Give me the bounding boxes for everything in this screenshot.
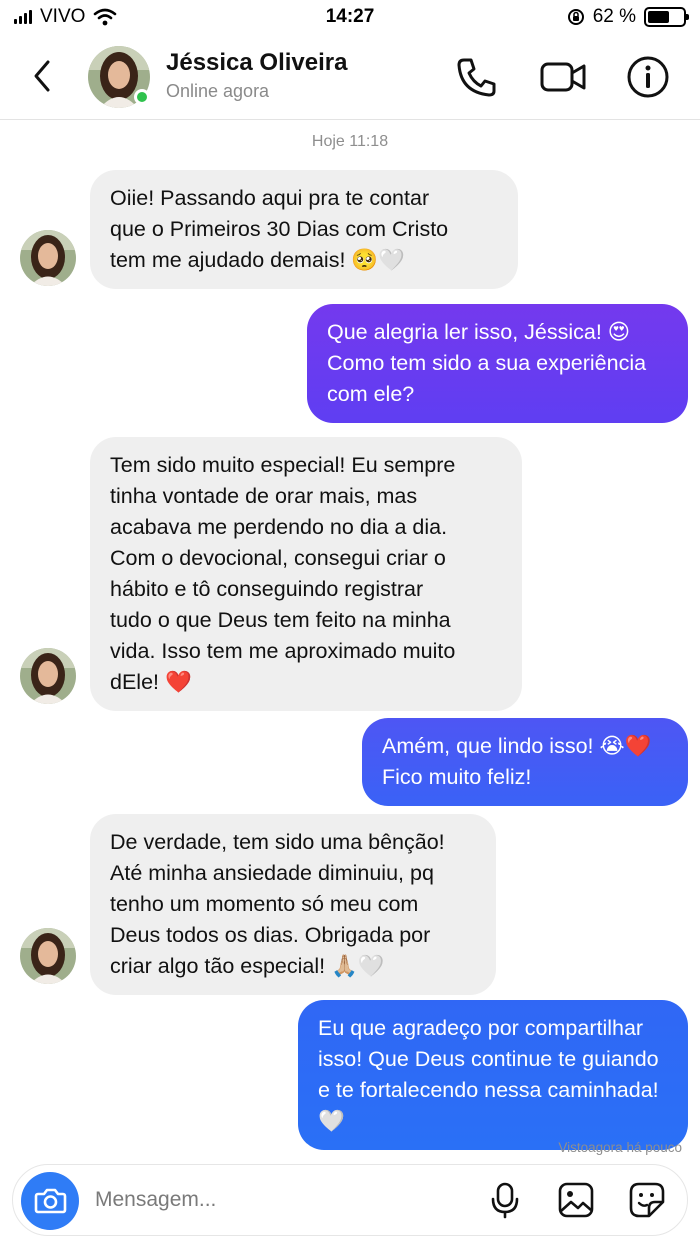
message-line: Fico muito feliz! (382, 765, 532, 789)
message-line: dEle! ❤️ (110, 670, 192, 694)
incoming-message[interactable]: Tem sido muito especial! Eu sempre tinha… (90, 437, 522, 711)
status-right: 62 % (567, 6, 689, 28)
message-line: Até minha ansiedade diminuiu, pq (110, 861, 434, 885)
message-line: Amém, que lindo isso! 😭❤️ (382, 734, 652, 758)
message-line: Com o devocional, consegui criar o (110, 546, 446, 570)
sender-avatar[interactable] (20, 230, 76, 286)
message-line: acabava me perdendo no dia a dia. (110, 515, 448, 539)
battery-icon (644, 7, 689, 27)
message-line: tem me ajudado demais! 🥺🤍 (110, 248, 405, 272)
message-line: Eu que agradeço por compartilhar (318, 1016, 644, 1040)
contact-status: Online agora (166, 81, 270, 101)
message-line: isso! Que Deus continue te guiando (318, 1047, 659, 1071)
outgoing-message[interactable]: Eu que agradeço por compartilhar isso! Q… (298, 1000, 688, 1150)
message-line: criar algo tão especial! 🙏🏼🤍 (110, 954, 385, 978)
sender-avatar[interactable] (20, 928, 76, 984)
camera-button[interactable] (21, 1172, 79, 1230)
battery-percent: 62 % (592, 6, 636, 27)
incoming-message[interactable]: Oiie! Passando aqui pra te contar que o … (90, 170, 518, 289)
seen-status: Vistoagora há pouco (558, 1140, 682, 1155)
message-line: tenho um momento só meu com (110, 892, 419, 916)
incoming-message[interactable]: De verdade, tem sido uma bênção! Até min… (90, 814, 496, 995)
chat-header: Jéssica Oliveira Online agora (0, 34, 700, 120)
message-line: com ele? (327, 382, 415, 406)
message-line: vida. Isso tem me aproximado muito (110, 639, 456, 663)
message-composer (12, 1164, 688, 1236)
message-line: Oiie! Passando aqui pra te contar (110, 186, 430, 210)
online-status-dot (134, 89, 150, 105)
sender-avatar[interactable] (20, 648, 76, 704)
message-line: 🤍 (318, 1109, 345, 1133)
outgoing-message[interactable]: Que alegria ler isso, Jéssica! 😍 Como te… (307, 304, 688, 423)
message-line: hábito e tô conseguindo registrar (110, 577, 424, 601)
message-line: De verdade, tem sido uma bênção! (110, 830, 445, 854)
message-line: Tem sido muito especial! Eu sempre (110, 453, 456, 477)
status-bar: VIVO 14:27 62 % (0, 0, 700, 34)
message-line: tudo o que Deus tem feito na minha (110, 608, 451, 632)
message-line: tinha vontade de orar mais, mas (110, 484, 418, 508)
contact-name[interactable]: Jéssica Oliveira (166, 49, 347, 77)
gallery-icon[interactable] (556, 1180, 596, 1220)
outgoing-message[interactable]: Amém, que lindo isso! 😭❤️ Fico muito fel… (362, 718, 688, 806)
message-input[interactable] (95, 1183, 395, 1217)
microphone-icon[interactable] (485, 1180, 525, 1220)
message-line: que o Primeiros 30 Dias com Cristo (110, 217, 449, 241)
message-line: Como tem sido a sua experiência (327, 351, 647, 375)
back-chevron-icon[interactable] (28, 56, 58, 96)
message-line: Deus todos os dias. Obrigada por (110, 923, 431, 947)
video-camera-icon[interactable] (540, 54, 586, 100)
message-line: Que alegria ler isso, Jéssica! 😍 (327, 320, 631, 344)
phone-icon[interactable] (454, 54, 500, 100)
message-line: e te fortalecendo nessa caminhada! (318, 1078, 659, 1102)
orientation-lock-icon (567, 9, 584, 25)
camera-icon (34, 1188, 67, 1214)
date-divider: Hoje 11:18 (311, 133, 389, 150)
info-icon[interactable] (625, 54, 671, 100)
sticker-icon[interactable] (627, 1180, 667, 1220)
